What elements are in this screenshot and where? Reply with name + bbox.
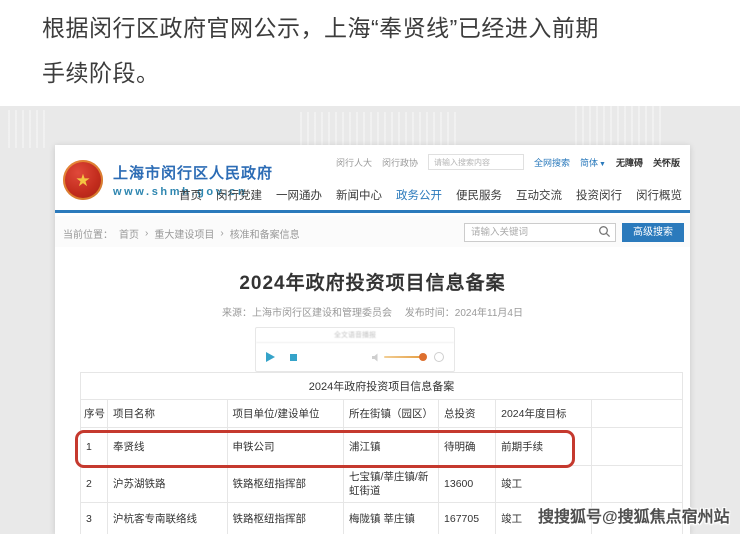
nav-item-home[interactable]: 首页: [179, 187, 202, 203]
header-town: 所在街镇（园区）: [344, 400, 439, 428]
site-header: ★ 上海市闵行区人民政府 www.shmh.gov.cn 闵行人大 闵行政协 全…: [55, 145, 690, 213]
breadcrumb-bar: 当前位置： 首页 › 重大建设项目 › 核准和备案信息 高级搜索: [55, 216, 690, 247]
page-title: 2024年政府投资项目信息备案: [55, 268, 690, 295]
play-icon[interactable]: [266, 352, 275, 362]
backdrop-stripe-decoration: [300, 112, 460, 146]
cell-unit: 申铁公司: [227, 428, 343, 466]
nav-item-overview[interactable]: 闵行概览: [636, 187, 682, 203]
backdrop-stripe-decoration: [8, 110, 50, 148]
cell-unit: 铁路枢纽指挥部: [227, 503, 343, 534]
table-caption-row: 2024年政府投资项目信息备案: [81, 373, 683, 400]
cell-investment: 13600: [439, 466, 496, 503]
caret-down-icon: ▼: [599, 161, 606, 168]
cell-no: 2: [81, 466, 108, 503]
watermark: 搜搜狐号@搜狐焦点宿州站: [538, 503, 730, 527]
cell-project-name: 沪杭客专南联络线: [108, 503, 228, 534]
breadcrumb-prefix: 当前位置：: [63, 226, 113, 241]
table-row-husuhu-railway: 2 沪苏湖铁路 铁路枢纽指挥部 七宝镇/莘庄镇/新虹街道 13600 竣工: [81, 466, 683, 503]
page-meta: 来源：上海市闵行区建设和管理委员会 发布时间：2024年11月4日: [55, 304, 690, 319]
header-project-name: 项目名称: [108, 400, 228, 428]
cell-empty: [591, 466, 682, 503]
cell-no: 1: [81, 428, 108, 466]
nav-item-gov-affairs[interactable]: 政务公开: [396, 187, 442, 203]
header-investment: 总投资: [439, 400, 496, 428]
care-version-link[interactable]: 关怀版: [653, 156, 680, 169]
cell-investment: 待明确: [439, 428, 496, 466]
cell-project-name: 沪苏湖铁路: [108, 466, 228, 503]
site-name: 上海市闵行区人民政府: [113, 162, 273, 183]
table-header-row: 序号 项目名称 项目单位/建设单位 所在街镇（园区） 总投资 2024年度目标: [81, 400, 683, 428]
intro-line-2: 手续阶段。: [42, 51, 712, 96]
audio-player: 全文语音播报: [255, 327, 455, 372]
advanced-search-button[interactable]: 高级搜索: [622, 223, 684, 242]
utility-bar: 闵行人大 闵行政协 全网搜索 简体▼ 无障碍 关怀版: [336, 154, 680, 170]
site-search-button[interactable]: 全网搜索: [534, 156, 570, 169]
nav-item-services[interactable]: 便民服务: [456, 187, 502, 203]
cell-target: 竣工: [496, 466, 591, 503]
nav-item-interaction[interactable]: 互动交流: [516, 187, 562, 203]
utility-link-renda[interactable]: 闵行人大: [336, 156, 372, 169]
audio-player-controls: [256, 343, 454, 371]
stop-icon[interactable]: [290, 354, 297, 361]
cell-target: 前期手续: [496, 428, 591, 466]
cell-no: 3: [81, 503, 108, 534]
cell-town: 七宝镇/莘庄镇/新虹街道: [344, 466, 439, 503]
cell-empty: [591, 428, 682, 466]
header-no: 序号: [81, 400, 108, 428]
nav-item-onestop[interactable]: 一网通办: [276, 187, 322, 203]
cell-town: 浦江镇: [344, 428, 439, 466]
accessibility-link[interactable]: 无障碍: [616, 156, 643, 169]
pubdate-label: 发布时间：2024年11月4日: [405, 308, 523, 319]
breadcrumb-separator: ›: [220, 228, 223, 239]
article-intro: 根据闵行区政府官网公示，上海“奉贤线”已经进入前期 手续阶段。: [42, 6, 712, 96]
audio-player-caption: 全文语音播报: [256, 328, 454, 343]
keyword-search-input[interactable]: [464, 223, 616, 242]
breadcrumb-filing-info[interactable]: 核准和备案信息: [230, 226, 300, 241]
site-search-input[interactable]: [428, 154, 524, 170]
slider-handle[interactable]: [419, 353, 427, 361]
nav-item-invest[interactable]: 投资闵行: [576, 187, 622, 203]
intro-line-1: 根据闵行区政府官网公示，上海“奉贤线”已经进入前期: [42, 6, 712, 51]
main-nav: 首页 闵行党建 一网通办 新闻中心 政务公开 便民服务 互动交流 投资闵行 闵行…: [179, 187, 682, 203]
search-icon[interactable]: [598, 225, 611, 238]
volume-slider[interactable]: [384, 356, 426, 358]
source-label: 来源：上海市闵行区建设和管理委员会: [222, 308, 392, 319]
gov-site-screenshot: ★ 上海市闵行区人民政府 www.shmh.gov.cn 闵行人大 闵行政协 全…: [55, 145, 690, 534]
language-select[interactable]: 简体▼: [580, 156, 606, 169]
table-row-fengxian-line: 1 奉贤线 申铁公司 浦江镇 待明确 前期手续: [81, 428, 683, 466]
backdrop-stripe-decoration: [575, 106, 663, 148]
national-emblem-icon: ★: [63, 160, 103, 200]
cell-unit: 铁路枢纽指挥部: [227, 466, 343, 503]
breadcrumb: 当前位置： 首页 › 重大建设项目 › 核准和备案信息: [63, 226, 300, 241]
cell-investment: 167705: [439, 503, 496, 534]
keyword-search-group: 高级搜索: [464, 222, 684, 242]
breadcrumb-separator: ›: [145, 228, 148, 239]
header-unit: 项目单位/建设单位: [227, 400, 343, 428]
header-empty: [591, 400, 682, 428]
nav-item-news[interactable]: 新闻中心: [336, 187, 382, 203]
breadcrumb-home[interactable]: 首页: [119, 226, 139, 241]
nav-item-party[interactable]: 闵行党建: [216, 187, 262, 203]
volume-icon: [372, 353, 380, 362]
header-target: 2024年度目标: [496, 400, 591, 428]
table-caption: 2024年政府投资项目信息备案: [81, 373, 683, 400]
loop-icon[interactable]: [434, 352, 444, 362]
breadcrumb-major-projects[interactable]: 重大建设项目: [154, 226, 214, 241]
cell-town: 梅陇镇 莘庄镇: [344, 503, 439, 534]
utility-link-zhengxie[interactable]: 闵行政协: [382, 156, 418, 169]
cell-project-name: 奉贤线: [108, 428, 228, 466]
